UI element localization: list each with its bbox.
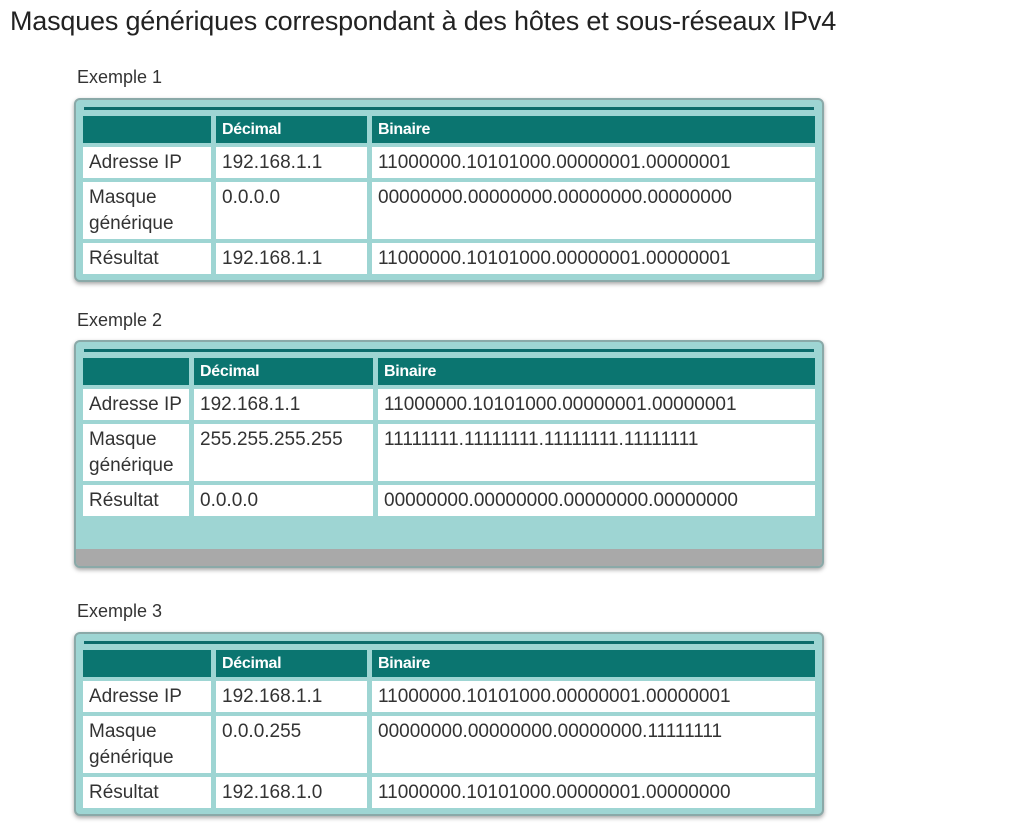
example-3-table: Décimal Binaire Adresse IP 192.168.1.1 1… [78, 650, 820, 808]
table-row: Résultat 192.168.1.1 11000000.10101000.0… [83, 239, 815, 274]
binary-cell: 11000000.10101000.00000001.00000001 [372, 143, 815, 178]
binary-cell: 11000000.10101000.00000001.00000001 [378, 385, 815, 420]
row-label: Résultat [83, 239, 211, 274]
decimal-cell: 0.0.0.0 [194, 481, 373, 516]
binary-cell: 11111111.11111111.11111111.11111111 [378, 420, 815, 481]
decimal-cell: 0.0.0.255 [216, 712, 367, 773]
binary-cell: 00000000.00000000.00000000.11111111 [372, 712, 815, 773]
row-label: Résultat [83, 481, 189, 516]
table-row: Masque générique 255.255.255.255 1111111… [83, 420, 815, 481]
binary-cell: 00000000.00000000.00000000.00000000 [372, 178, 815, 239]
table-row: Résultat 192.168.1.0 11000000.10101000.0… [83, 773, 815, 808]
example-1-table-frame: Décimal Binaire Adresse IP 192.168.1.1 1… [74, 98, 824, 282]
header-binary: Binaire [378, 358, 815, 385]
header-empty [83, 116, 211, 143]
row-label: Masque générique [83, 420, 189, 481]
header-decimal: Décimal [194, 358, 373, 385]
binary-cell: 11000000.10101000.00000001.00000001 [372, 239, 815, 274]
header-decimal: Décimal [216, 116, 367, 143]
table-row: Adresse IP 192.168.1.1 11000000.10101000… [83, 385, 815, 420]
decimal-cell: 192.168.1.0 [216, 773, 367, 808]
decimal-cell: 0.0.0.0 [216, 178, 367, 239]
binary-cell: 11000000.10101000.00000001.00000001 [372, 677, 815, 712]
decimal-cell: 192.168.1.1 [216, 677, 367, 712]
table-row: Masque générique 0.0.0.0 00000000.000000… [83, 178, 815, 239]
table-row: Adresse IP 192.168.1.1 11000000.10101000… [83, 677, 815, 712]
header-empty [83, 650, 211, 677]
decimal-cell: 255.255.255.255 [194, 420, 373, 481]
header-decimal: Décimal [216, 650, 367, 677]
table-top-rule [84, 641, 814, 644]
header-binary: Binaire [372, 116, 815, 143]
row-label: Adresse IP [83, 385, 189, 420]
page-title: Masques génériques correspondant à des h… [10, 6, 837, 36]
table-row: Masque générique 0.0.0.255 00000000.0000… [83, 712, 815, 773]
header-binary: Binaire [372, 650, 815, 677]
horizontal-scrollbar[interactable] [76, 549, 822, 566]
table-header-row: Décimal Binaire [83, 650, 815, 677]
decimal-cell: 192.168.1.1 [216, 239, 367, 274]
table-top-rule [84, 107, 814, 110]
example-1-table: Décimal Binaire Adresse IP 192.168.1.1 1… [78, 116, 820, 274]
row-label: Adresse IP [83, 677, 211, 712]
example-3-label: Exemple 3 [77, 601, 163, 621]
example-3-table-frame: Décimal Binaire Adresse IP 192.168.1.1 1… [74, 632, 824, 816]
example-2-table: Décimal Binaire Adresse IP 192.168.1.1 1… [78, 358, 820, 516]
example-2-table-frame: Décimal Binaire Adresse IP 192.168.1.1 1… [74, 340, 824, 568]
row-label: Masque générique [83, 178, 211, 239]
header-empty [83, 358, 189, 385]
table-top-rule [84, 349, 814, 352]
table-header-row: Décimal Binaire [83, 358, 815, 385]
row-label: Résultat [83, 773, 211, 808]
table-row: Adresse IP 192.168.1.1 11000000.10101000… [83, 143, 815, 178]
table-header-row: Décimal Binaire [83, 116, 815, 143]
row-label: Masque générique [83, 712, 211, 773]
binary-cell: 00000000.00000000.00000000.00000000 [378, 481, 815, 516]
table-row: Résultat 0.0.0.0 00000000.00000000.00000… [83, 481, 815, 516]
example-2-label: Exemple 2 [77, 310, 163, 330]
example-1-label: Exemple 1 [77, 67, 163, 87]
row-label: Adresse IP [83, 143, 211, 178]
decimal-cell: 192.168.1.1 [194, 385, 373, 420]
binary-cell: 11000000.10101000.00000001.00000000 [372, 773, 815, 808]
decimal-cell: 192.168.1.1 [216, 143, 367, 178]
